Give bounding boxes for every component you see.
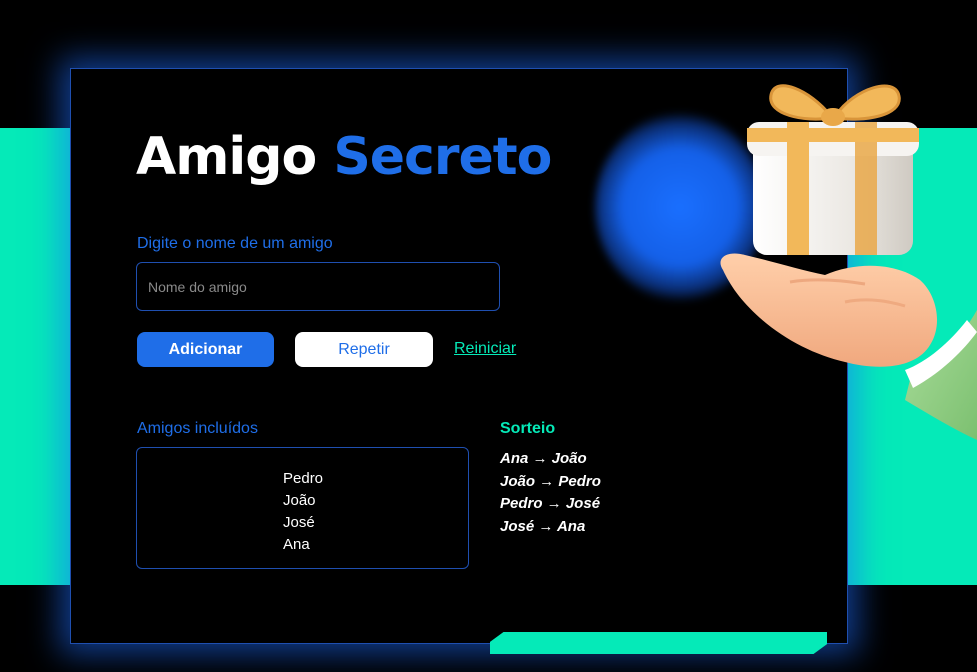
friend-item: João: [283, 492, 316, 509]
draw-results: Ana → João João → Pedro Pedro → José Jos…: [500, 448, 601, 538]
draw-result-item: João → Pedro: [500, 472, 601, 490]
friends-list: Pedro João José Ana: [136, 447, 469, 569]
draw-result-item: Ana → João: [500, 450, 587, 467]
draw-title: Sorteio: [500, 420, 556, 437]
draw-result-item: Pedro → José: [500, 495, 601, 512]
friend-name-input[interactable]: [136, 262, 500, 311]
bottom-accent-bar: [490, 632, 827, 654]
title-main: Amigo: [136, 127, 317, 187]
hand-holding-gift-icon: [720, 84, 977, 440]
friends-list-title: Amigos incluídos: [137, 420, 258, 437]
friend-name-label: Digite o nome de um amigo: [137, 235, 333, 252]
add-button[interactable]: Adicionar: [137, 332, 274, 367]
friend-item: José: [283, 514, 315, 531]
page-title: Amigo Secreto: [136, 122, 552, 192]
title-accent: Secreto: [333, 127, 552, 187]
friend-item: Pedro: [283, 470, 324, 487]
friend-item: Ana: [283, 536, 310, 553]
repeat-button[interactable]: Repetir: [295, 332, 433, 367]
reset-link[interactable]: Reiniciar: [454, 340, 516, 358]
draw-result-item: José → Ana: [500, 517, 586, 535]
